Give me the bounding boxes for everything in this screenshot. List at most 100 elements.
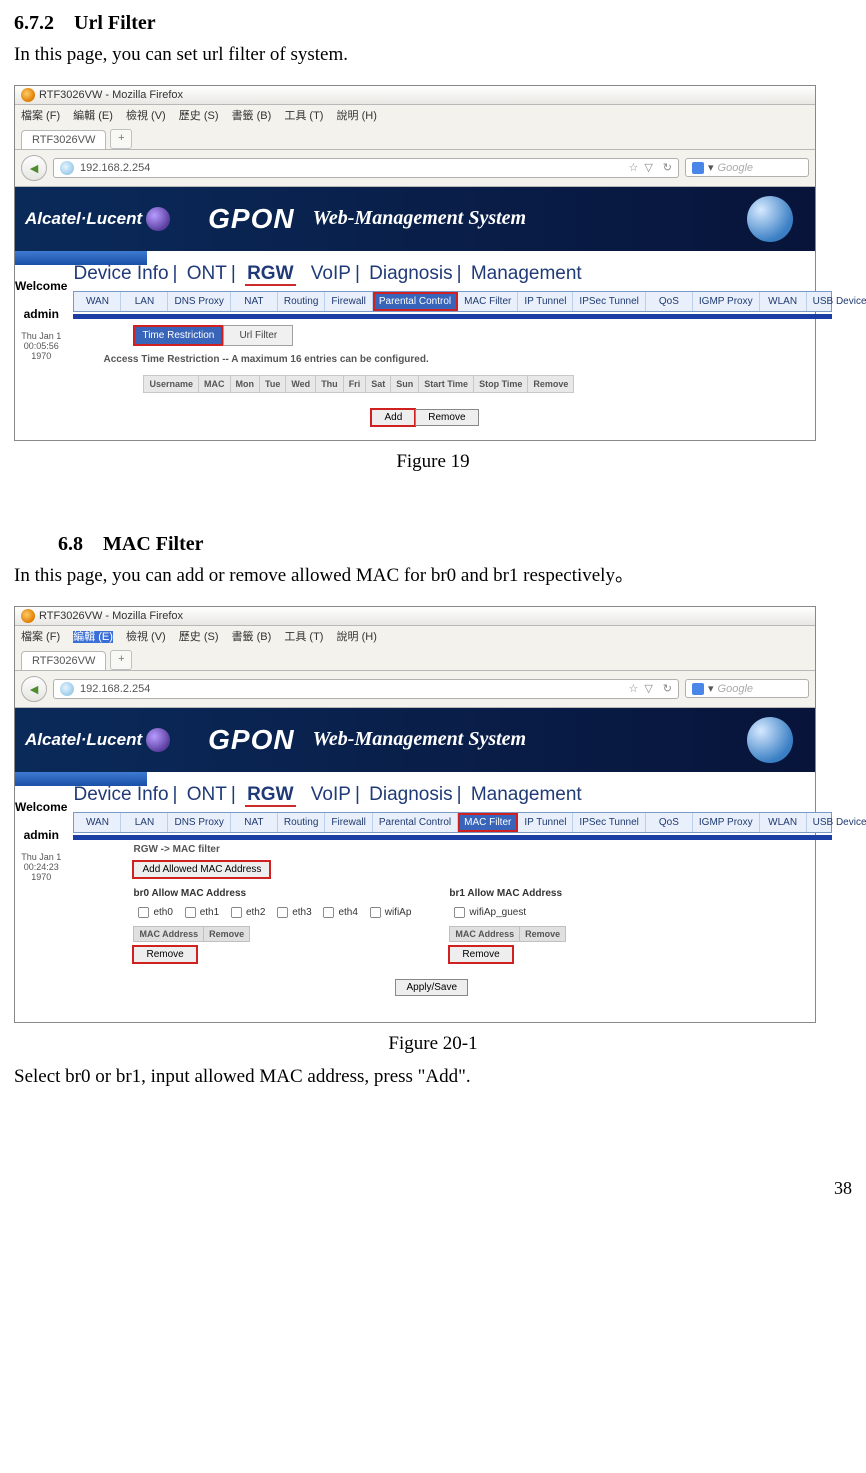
figure-20-1-caption: Figure 20-1 xyxy=(14,1033,852,1055)
sub-wan[interactable]: WAN xyxy=(74,292,121,311)
sub-igmp-proxy[interactable]: IGMP Proxy xyxy=(693,813,760,832)
dropdown-icon[interactable]: ▽ xyxy=(644,161,652,174)
browser-menubar[interactable]: 檔案 (F) 編輯 (E) 檢視 (V) 歷史 (S) 書籤 (B) 工具 (T… xyxy=(15,626,815,646)
browser-tab[interactable]: RTF3026VW xyxy=(21,651,106,670)
chk-eth0[interactable] xyxy=(138,906,149,917)
address-bar[interactable]: 192.168.2.254 ☆ ▽ ↻ xyxy=(53,158,679,178)
left-user-panel: Welcome admin Thu Jan 1 00:05:56 1970 xyxy=(15,251,67,440)
sub-mac-filter[interactable]: MAC Filter xyxy=(458,292,518,311)
sub-dns-proxy[interactable]: DNS Proxy xyxy=(168,292,230,311)
browser-menubar[interactable]: 檔案 (F) 編輯 (E) 檢視 (V) 歷史 (S) 書籤 (B) 工具 (T… xyxy=(15,105,815,125)
sub-nat[interactable]: NAT xyxy=(231,813,278,832)
sub-lan[interactable]: LAN xyxy=(121,292,168,311)
timestamp: Thu Jan 1 00:24:23 1970 xyxy=(15,852,67,882)
username-label: admin xyxy=(15,307,67,321)
sub-firewall[interactable]: Firewall xyxy=(325,813,372,832)
tab-ont[interactable]: ONT xyxy=(187,263,227,284)
browser-tab[interactable]: RTF3026VW xyxy=(21,130,106,149)
tab-strip: RTF3026VW + xyxy=(15,125,815,150)
welcome-label: Welcome xyxy=(15,279,67,293)
sub-nat[interactable]: NAT xyxy=(231,292,278,311)
subnav-tabs: WAN LAN DNS Proxy NAT Routing Firewall P… xyxy=(73,812,831,833)
firefox-icon xyxy=(21,609,35,623)
br0-table: MAC AddressRemove xyxy=(133,926,250,942)
bookmark-icon[interactable]: ☆ xyxy=(628,682,638,695)
google-icon xyxy=(692,683,704,695)
google-icon xyxy=(692,162,704,174)
sub-igmp-proxy[interactable]: IGMP Proxy xyxy=(693,292,760,311)
url-text: 192.168.2.254 xyxy=(80,162,150,174)
chk-wifiap-guest[interactable] xyxy=(454,906,465,917)
firefox-icon xyxy=(21,88,35,102)
chk-eth3[interactable] xyxy=(277,906,288,917)
tab-device-info[interactable]: Device Info xyxy=(73,784,168,805)
br1-remove-button[interactable]: Remove xyxy=(449,946,512,963)
chk-eth1[interactable] xyxy=(185,906,196,917)
sub-usb-device[interactable]: USB Device xyxy=(807,292,866,311)
sub-wan[interactable]: WAN xyxy=(74,813,121,832)
sub-wlan[interactable]: WLAN xyxy=(760,292,807,311)
brand-banner: Alcatel·Lucent GPON Web-Management Syste… xyxy=(15,187,815,251)
add-allowed-mac-button[interactable]: Add Allowed MAC Address xyxy=(133,861,270,878)
tab-strip: RTF3026VW + xyxy=(15,646,815,671)
window-titlebar: RTF3026VW - Mozilla Firefox xyxy=(15,607,815,626)
sub-parental-control[interactable]: Parental Control xyxy=(373,292,458,311)
address-bar[interactable]: 192.168.2.254 ☆ ▽ ↻ xyxy=(53,679,679,699)
figure-20-1-screenshot: RTF3026VW - Mozilla Firefox 檔案 (F) 編輯 (E… xyxy=(14,606,816,1023)
add-button[interactable]: Add xyxy=(371,409,415,426)
sub-qos[interactable]: QoS xyxy=(646,813,693,832)
br0-remove-button[interactable]: Remove xyxy=(133,946,196,963)
remove-button[interactable]: Remove xyxy=(415,409,478,426)
time-restriction-table: Username MAC Mon Tue Wed Thu Fri Sat Sun… xyxy=(143,375,574,393)
banner-globe-icon xyxy=(747,196,793,242)
sub-ipsec-tunnel[interactable]: IPSec Tunnel xyxy=(573,813,645,832)
dropdown-icon[interactable]: ▽ xyxy=(644,682,652,695)
ter-time-restriction[interactable]: Time Restriction xyxy=(133,325,223,346)
browser-search[interactable]: ▾ Google xyxy=(685,158,809,177)
tab-voip[interactable]: VoIP xyxy=(311,263,351,284)
tab-ont[interactable]: ONT xyxy=(187,784,227,805)
sub-routing[interactable]: Routing xyxy=(278,813,325,832)
ter-url-filter[interactable]: Url Filter xyxy=(223,325,293,346)
sub-ip-tunnel[interactable]: IP Tunnel xyxy=(518,292,573,311)
figure-19-caption: Figure 19 xyxy=(14,451,852,473)
back-button[interactable]: ◄ xyxy=(21,155,47,181)
browser-search[interactable]: ▾ Google xyxy=(685,679,809,698)
sub-parental-control[interactable]: Parental Control xyxy=(373,813,458,832)
reload-icon[interactable]: ↻ xyxy=(663,161,672,174)
chk-eth4[interactable] xyxy=(323,906,334,917)
sub-ip-tunnel[interactable]: IP Tunnel xyxy=(518,813,573,832)
left-user-panel: Welcome admin Thu Jan 1 00:24:23 1970 xyxy=(15,772,67,1022)
br0-header: br0 Allow MAC Address xyxy=(133,888,415,899)
tab-diagnosis[interactable]: Diagnosis xyxy=(369,784,452,805)
chk-eth2[interactable] xyxy=(231,906,242,917)
br0-interfaces: eth0 eth1 eth2 eth3 eth4 wifiAp xyxy=(133,903,415,922)
apply-save-button[interactable]: Apply/Save xyxy=(395,979,468,996)
address-toolbar: ◄ 192.168.2.254 ☆ ▽ ↻ ▾ Google xyxy=(15,671,815,708)
br1-table: MAC AddressRemove xyxy=(449,926,566,942)
new-tab-button[interactable]: + xyxy=(110,650,132,670)
tab-rgw[interactable]: RGW xyxy=(245,263,295,286)
bookmark-icon[interactable]: ☆ xyxy=(628,161,638,174)
sub-firewall[interactable]: Firewall xyxy=(325,292,372,311)
sub-wlan[interactable]: WLAN xyxy=(760,813,807,832)
reload-icon[interactable]: ↻ xyxy=(663,682,672,695)
sub-dns-proxy[interactable]: DNS Proxy xyxy=(168,813,230,832)
sub-usb-device[interactable]: USB Device xyxy=(807,813,866,832)
sub-lan[interactable]: LAN xyxy=(121,813,168,832)
new-tab-button[interactable]: + xyxy=(110,129,132,149)
sub-ipsec-tunnel[interactable]: IPSec Tunnel xyxy=(573,292,645,311)
tab-rgw[interactable]: RGW xyxy=(245,784,295,807)
tab-diagnosis[interactable]: Diagnosis xyxy=(369,263,452,284)
sub-routing[interactable]: Routing xyxy=(278,292,325,311)
subnav-tabs: WAN LAN DNS Proxy NAT Routing Firewall P… xyxy=(73,291,831,312)
figure-19-screenshot: RTF3026VW - Mozilla Firefox 檔案 (F) 編輯 (E… xyxy=(14,85,816,441)
tab-management[interactable]: Management xyxy=(471,784,582,805)
sub-qos[interactable]: QoS xyxy=(646,292,693,311)
chk-wifiap[interactable] xyxy=(370,906,381,917)
back-button[interactable]: ◄ xyxy=(21,676,47,702)
sub-mac-filter[interactable]: MAC Filter xyxy=(458,813,518,832)
tab-device-info[interactable]: Device Info xyxy=(73,263,168,284)
tab-voip[interactable]: VoIP xyxy=(311,784,351,805)
tab-management[interactable]: Management xyxy=(471,263,582,284)
